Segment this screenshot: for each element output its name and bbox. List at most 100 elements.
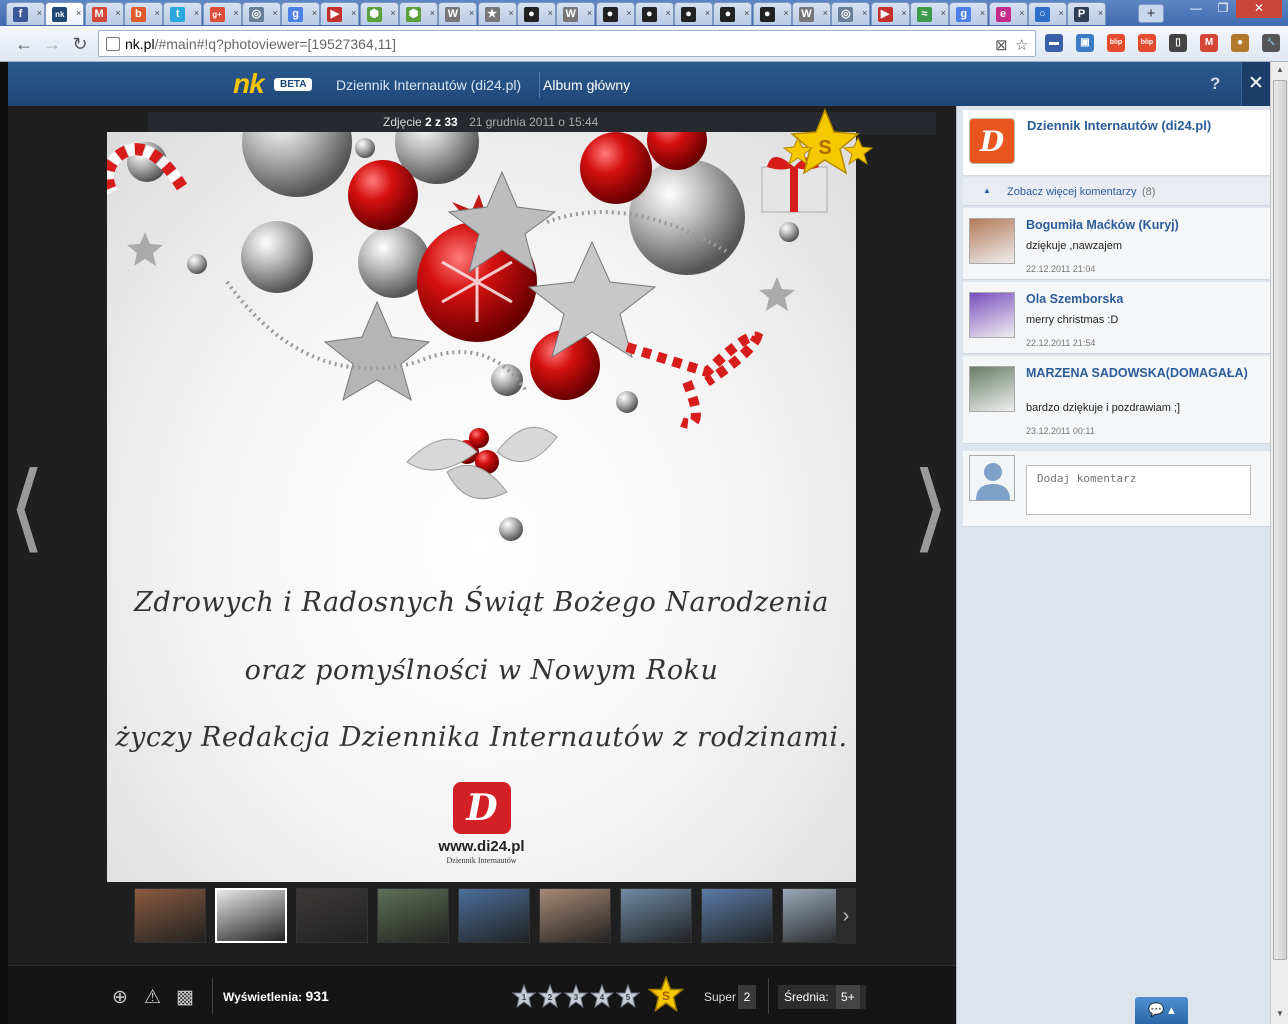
tab-close-icon[interactable]: × xyxy=(390,8,395,18)
commenter-name[interactable]: MARZENA SADOWSKA(DOMAGAŁA) xyxy=(1026,366,1261,380)
flag-icon[interactable]: ▬ xyxy=(1045,34,1063,52)
browser-tab[interactable]: ● × xyxy=(752,2,792,25)
browser-tab[interactable]: e × xyxy=(988,2,1028,25)
nk-logo[interactable]: nk xyxy=(233,68,265,100)
help-button[interactable]: ? xyxy=(1210,74,1220,94)
browser-tab[interactable]: ◎ × xyxy=(831,2,871,25)
bookmark-star-icon[interactable]: ☆ xyxy=(1015,36,1028,54)
tab-close-icon[interactable]: × xyxy=(508,8,513,18)
cookie-icon[interactable]: ● xyxy=(1231,34,1249,52)
browser-tab[interactable]: g × xyxy=(281,2,321,25)
owner-link[interactable]: Dziennik Internautów (di24.pl) xyxy=(336,77,521,93)
browser-tab[interactable]: f × xyxy=(6,2,45,25)
rate-star-icon[interactable]: 3 xyxy=(564,984,588,1008)
browser-tab[interactable]: g × xyxy=(949,2,989,25)
photo-thumbnail[interactable] xyxy=(296,888,368,943)
browser-tab[interactable]: ▶ × xyxy=(320,2,360,25)
browser-tab[interactable]: ◎ × xyxy=(241,2,281,25)
browser-tab[interactable]: ● × xyxy=(595,2,635,25)
photo-thumbnail[interactable] xyxy=(215,888,287,943)
owner-avatar[interactable]: D xyxy=(969,118,1015,164)
tab-close-icon[interactable]: × xyxy=(76,8,81,18)
tab-close-icon[interactable]: × xyxy=(1059,8,1064,18)
browser-tab[interactable]: ● × xyxy=(516,2,556,25)
commenter-name[interactable]: Bogumiła Maćków (Kuryj) xyxy=(1026,218,1261,232)
tab-close-icon[interactable]: × xyxy=(115,8,120,18)
browser-tab[interactable]: ⬢ × xyxy=(399,2,438,25)
rate-super-star-icon[interactable]: S xyxy=(648,976,684,1012)
photo-thumbnail[interactable] xyxy=(620,888,692,943)
more-comments-link[interactable]: ▲ Zobacz więcej komentarzy (8) xyxy=(963,178,1271,206)
tab-close-icon[interactable]: × xyxy=(901,8,906,18)
comment-input[interactable] xyxy=(1026,465,1251,515)
tab-close-icon[interactable]: × xyxy=(273,8,278,18)
tab-close-icon[interactable]: × xyxy=(705,8,710,18)
screenshot-icon[interactable]: ▣ xyxy=(1076,34,1094,52)
tab-close-icon[interactable]: × xyxy=(548,8,553,18)
commenter-avatar[interactable] xyxy=(969,292,1015,338)
commenter-avatar[interactable] xyxy=(969,366,1015,412)
scroll-up-arrow[interactable]: ▲ xyxy=(1271,62,1288,78)
previous-photo-arrow[interactable]: ⟨ xyxy=(8,452,45,562)
tab-close-icon[interactable]: × xyxy=(980,8,985,18)
browser-tab[interactable]: ● × xyxy=(634,2,674,25)
browser-tab[interactable]: ▶ × xyxy=(870,2,910,25)
tab-close-icon[interactable]: × xyxy=(823,8,828,18)
thumbnails-next-button[interactable]: › xyxy=(836,888,856,944)
tab-close-icon[interactable]: × xyxy=(744,8,749,18)
owner-name[interactable]: Dziennik Internautów (di24.pl) xyxy=(1027,118,1211,133)
browser-tab[interactable]: W × xyxy=(556,2,596,25)
browser-tab[interactable]: ○ × xyxy=(1027,2,1067,25)
translate-icon[interactable]: ⊠ xyxy=(995,36,1008,54)
browser-tab[interactable]: ● × xyxy=(674,2,714,25)
photo-thumbnail[interactable] xyxy=(539,888,611,943)
photo-thumbnail[interactable] xyxy=(701,888,773,943)
tab-close-icon[interactable]: × xyxy=(626,8,631,18)
browser-tab[interactable]: g+ × xyxy=(202,2,242,25)
browser-tab[interactable]: ≈ × xyxy=(909,2,949,25)
blip-icon[interactable]: blip xyxy=(1138,34,1156,52)
commenter-avatar[interactable] xyxy=(969,218,1015,264)
gmail-icon[interactable]: M xyxy=(1200,34,1218,52)
tab-close-icon[interactable]: × xyxy=(783,8,788,18)
rate-star-icon[interactable]: 5 xyxy=(616,984,640,1008)
photo-thumbnail[interactable] xyxy=(377,888,449,943)
tab-close-icon[interactable]: × xyxy=(312,8,317,18)
browser-tab[interactable]: W × xyxy=(792,2,831,25)
browser-tab[interactable]: ⬢ × xyxy=(359,2,399,25)
tab-close-icon[interactable]: × xyxy=(155,8,160,18)
minimize-button[interactable]: — xyxy=(1182,0,1210,18)
tab-close-icon[interactable]: × xyxy=(1098,8,1103,18)
blip-icon[interactable]: blip xyxy=(1107,34,1125,52)
album-link[interactable]: Album główny xyxy=(543,77,630,93)
browser-tab[interactable]: P × xyxy=(1067,2,1107,25)
rate-star-icon[interactable]: 4 xyxy=(590,984,614,1008)
browser-tab[interactable]: W × xyxy=(438,2,478,25)
chat-button[interactable]: 💬 ▴ xyxy=(1135,997,1188,1024)
tab-close-icon[interactable]: × xyxy=(37,8,42,18)
main-photo[interactable]: Zdrowych i Radosnych Świąt Bożego Narodz… xyxy=(107,132,856,882)
browser-tab[interactable]: ★ × xyxy=(477,2,517,25)
wrench-icon[interactable]: 🔧 xyxy=(1262,34,1280,52)
browser-tab[interactable]: t × xyxy=(163,2,203,25)
browser-tab[interactable]: ● × xyxy=(713,2,753,25)
address-bar[interactable]: nk.pl/#main#!q?photoviewer=[19527364,11]… xyxy=(98,30,1036,57)
commenter-name[interactable]: Ola Szemborska xyxy=(1026,292,1261,306)
tab-close-icon[interactable]: × xyxy=(233,8,238,18)
scroll-thumb[interactable] xyxy=(1273,80,1287,960)
tab-close-icon[interactable]: × xyxy=(666,8,671,18)
tab-close-icon[interactable]: × xyxy=(430,8,435,18)
forward-button[interactable]: → xyxy=(40,32,64,56)
tab-close-icon[interactable]: × xyxy=(351,8,356,18)
zoom-icon[interactable]: ⊕ xyxy=(112,986,128,1009)
phone-icon[interactable]: ▯ xyxy=(1169,34,1187,52)
photo-thumbnail[interactable] xyxy=(134,888,206,943)
tab-close-icon[interactable]: × xyxy=(469,8,474,18)
report-icon[interactable]: ⚠ xyxy=(144,986,161,1009)
tab-close-icon[interactable]: × xyxy=(862,8,867,18)
tab-close-icon[interactable]: × xyxy=(194,8,199,18)
photo-thumbnail[interactable] xyxy=(458,888,530,943)
rate-star-icon[interactable]: 1 xyxy=(512,984,536,1008)
browser-tab[interactable]: nk × xyxy=(45,2,85,25)
restore-button[interactable]: ❐ xyxy=(1210,0,1236,18)
